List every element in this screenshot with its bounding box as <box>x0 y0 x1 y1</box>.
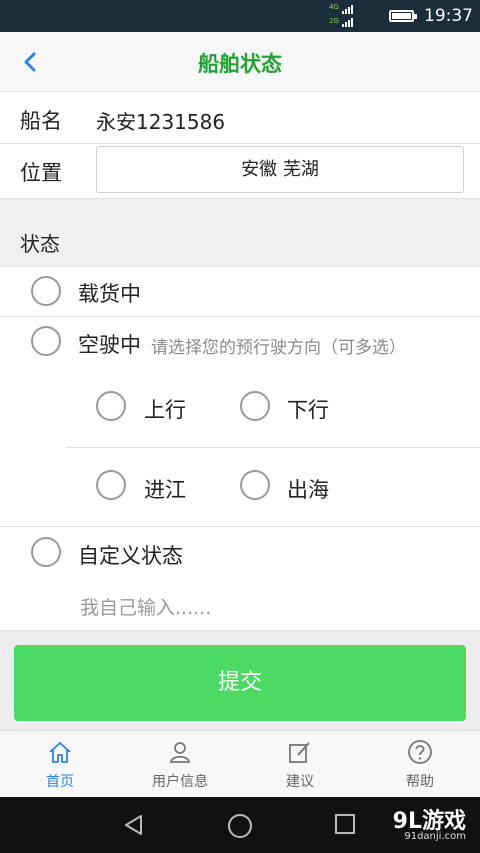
tab-user-info[interactable]: 用户信息 <box>120 731 240 797</box>
help-icon <box>408 740 432 764</box>
direction-radio-down[interactable] <box>240 391 270 421</box>
direction-hint: 请选择您的预行驶方向（可多选） <box>151 338 406 358</box>
status-clock: 19:37 <box>424 6 473 26</box>
tab-home[interactable]: 首页 <box>0 731 120 797</box>
direction-label-river[interactable]: 进江 <box>144 474 186 504</box>
status-section-header: 状态 <box>0 198 480 267</box>
watermark-domain: 91danji.com <box>404 831 466 842</box>
empty-radio[interactable] <box>31 326 61 356</box>
submit-button[interactable]: 提交 <box>14 645 466 721</box>
recent-apps-icon[interactable] <box>334 813 356 835</box>
direction-radio-sea[interactable] <box>240 470 270 500</box>
direction-radio-river[interactable] <box>96 470 126 500</box>
empty-option-label[interactable]: 空驶中 <box>78 329 141 359</box>
status-bar: 4G 2G 19:37 <box>0 0 480 32</box>
direction-label-sea[interactable]: 出海 <box>287 474 329 504</box>
network-type-top: 4G <box>329 3 339 11</box>
direction-label-up[interactable]: 上行 <box>144 394 186 424</box>
home-nav-icon[interactable] <box>227 813 253 839</box>
tab-help-label: 帮助 <box>406 774 434 790</box>
tab-help[interactable]: 帮助 <box>360 731 480 797</box>
location-label: 位置 <box>20 161 62 185</box>
divider <box>0 526 480 527</box>
network-type-bottom: 2G <box>329 17 339 25</box>
battery-icon <box>389 10 417 22</box>
ship-name-label: 船名 <box>20 109 62 133</box>
bottom-tab-bar: 首页 用户信息 建议 帮助 <box>0 730 480 797</box>
custom-option-label[interactable]: 自定义状态 <box>78 540 183 570</box>
divider <box>0 316 480 317</box>
signal-strength-icon-2 <box>342 18 353 27</box>
title-bar: 船舶状态 <box>0 32 480 92</box>
loaded-radio[interactable] <box>31 276 61 306</box>
tab-home-label: 首页 <box>46 774 74 790</box>
custom-status-input[interactable]: 我自己输入...... <box>80 593 211 620</box>
tab-suggestion[interactable]: 建议 <box>240 731 360 797</box>
page-title: 船舶状态 <box>198 52 282 76</box>
loaded-option-label[interactable]: 载货中 <box>78 278 141 308</box>
signal-strength-icon <box>342 5 353 14</box>
custom-radio[interactable] <box>31 537 61 567</box>
direction-radio-up[interactable] <box>96 391 126 421</box>
user-icon <box>169 742 191 763</box>
direction-label-down[interactable]: 下行 <box>287 394 329 424</box>
tab-user-info-label: 用户信息 <box>152 774 208 790</box>
divider <box>0 143 480 144</box>
edit-icon <box>289 742 310 763</box>
location-selector[interactable]: 安徽 芜湖 <box>96 146 464 193</box>
home-icon <box>49 742 71 763</box>
ship-name-value: 永安1231586 <box>96 110 226 134</box>
divider <box>66 447 480 448</box>
back-nav-icon[interactable] <box>122 813 146 837</box>
tab-suggestion-label: 建议 <box>286 774 314 790</box>
status-section-label: 状态 <box>20 232 60 256</box>
